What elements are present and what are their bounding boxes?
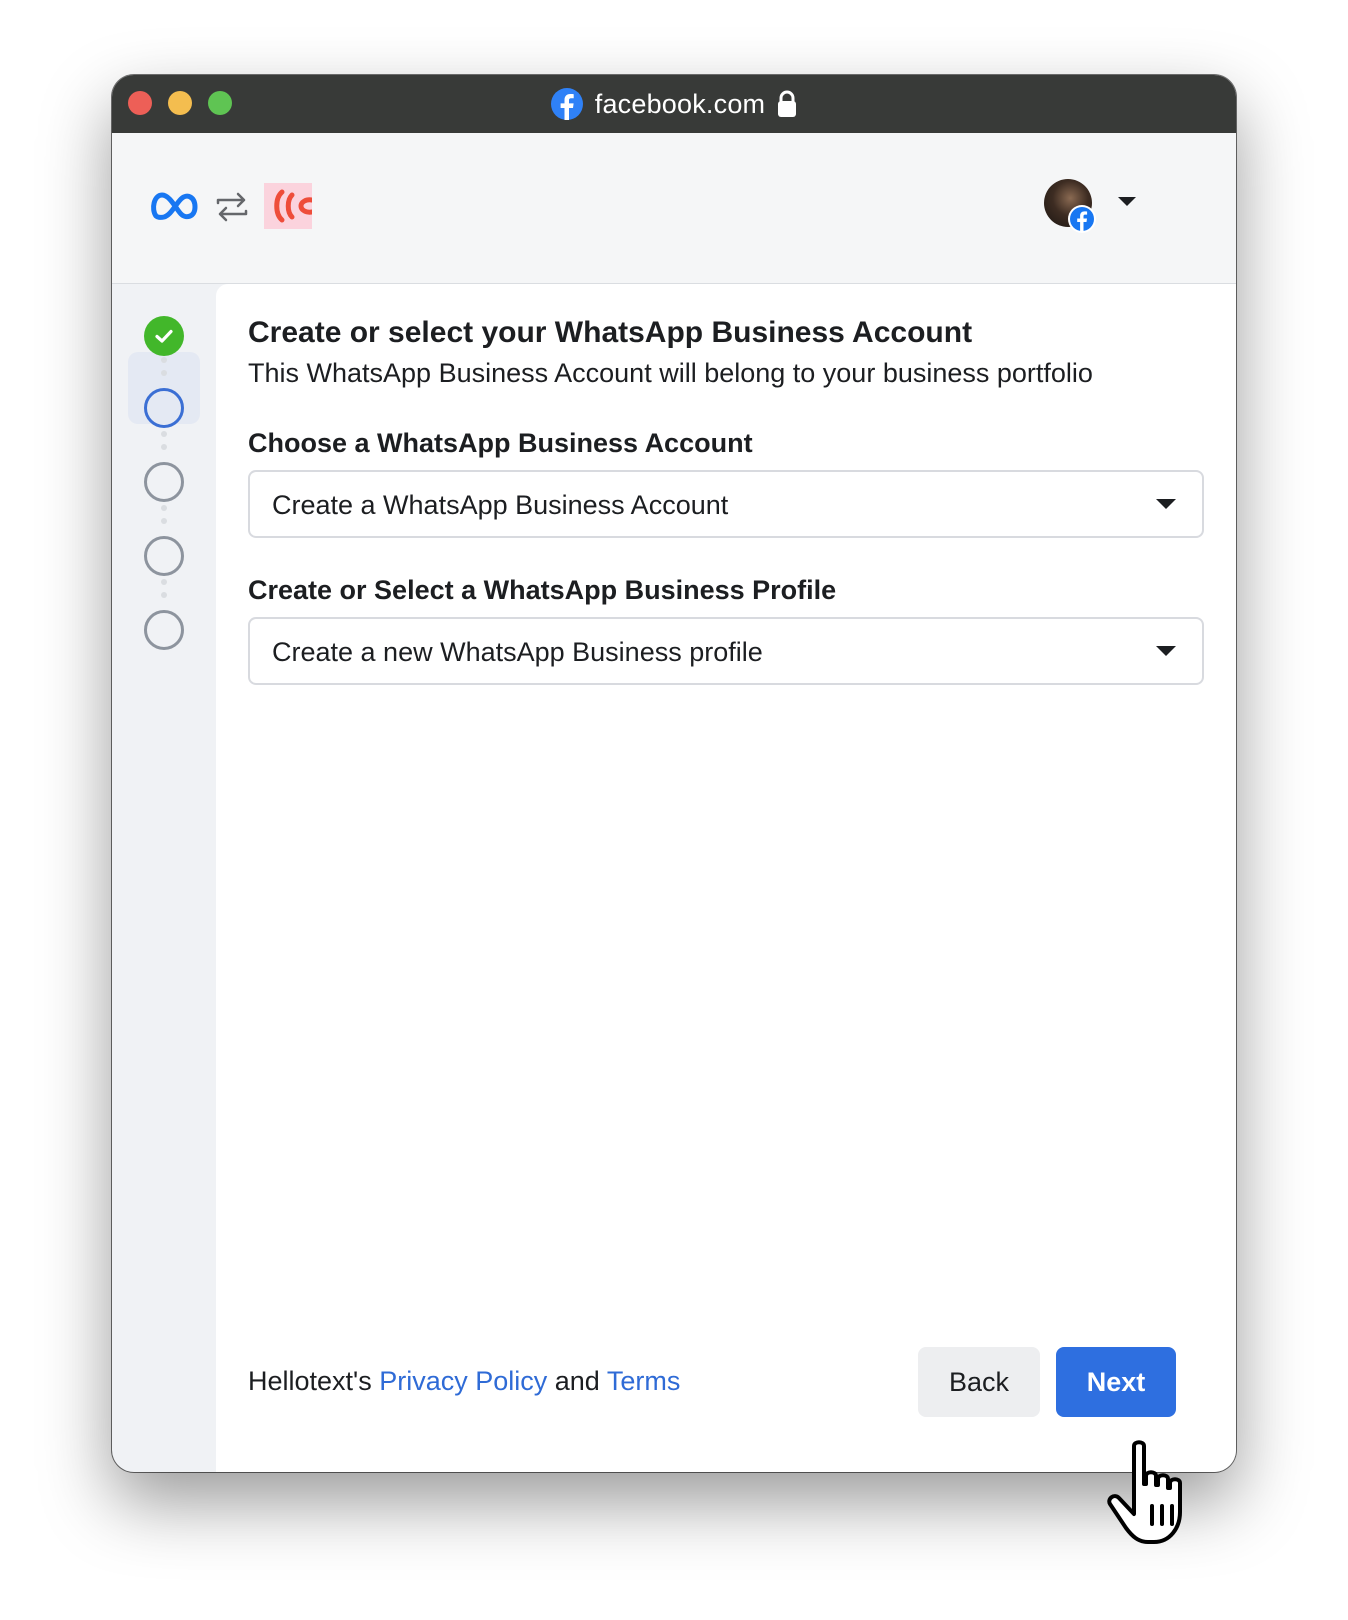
caret-down-icon [1156, 499, 1176, 509]
terms-link[interactable]: Terms [607, 1366, 681, 1396]
step-connector [161, 505, 167, 531]
address-bar[interactable]: facebook.com [112, 75, 1236, 133]
meta-logo-icon [151, 192, 198, 220]
step-5-pending [144, 610, 184, 650]
page-title: Create or select your WhatsApp Business … [248, 316, 973, 349]
step-connector [161, 579, 167, 605]
browser-window: facebook.com Create or select your Whats… [112, 75, 1236, 1472]
account-select[interactable]: Create a WhatsApp Business Account [248, 470, 1204, 538]
hellotext-logo-icon [264, 183, 312, 229]
step-2-active [144, 388, 184, 428]
swap-arrows-icon [216, 192, 248, 222]
lock-icon [778, 90, 797, 117]
step-connector [161, 357, 167, 383]
profile-select-value: Create a new WhatsApp Business profile [272, 637, 763, 667]
dialog-header [112, 133, 1236, 284]
account-select-value: Create a WhatsApp Business Account [272, 490, 729, 520]
caret-down-icon [1156, 646, 1176, 656]
facebook-badge-icon [1068, 205, 1096, 233]
legal-text: Hellotext's Privacy Policy and Terms [248, 1366, 680, 1397]
step-4-pending [144, 536, 184, 576]
page-subtitle: This WhatsApp Business Account will belo… [248, 358, 1093, 388]
back-button[interactable]: Back [918, 1347, 1040, 1417]
facebook-icon [550, 88, 583, 120]
step-3-pending [144, 462, 184, 502]
next-button[interactable]: Next [1056, 1347, 1176, 1417]
title-bar: facebook.com [112, 75, 1236, 133]
account-menu-caret-down-icon[interactable] [1118, 197, 1136, 206]
account-field-label: Choose a WhatsApp Business Account [248, 428, 753, 458]
checkmark-icon [155, 329, 173, 343]
hand-pointer-icon [1107, 1440, 1182, 1544]
dialog-card: Create or select your WhatsApp Business … [216, 284, 1236, 1472]
progress-stepper [112, 284, 216, 1472]
legal-conjunction: and [547, 1366, 607, 1396]
profile-field-label: Create or Select a WhatsApp Business Pro… [248, 575, 837, 605]
step-connector [161, 431, 167, 457]
url-text: facebook.com [594, 88, 766, 119]
profile-select[interactable]: Create a new WhatsApp Business profile [248, 617, 1204, 685]
privacy-policy-link[interactable]: Privacy Policy [379, 1366, 547, 1396]
step-1-complete [144, 316, 184, 356]
legal-prefix: Hellotext's [248, 1366, 380, 1396]
